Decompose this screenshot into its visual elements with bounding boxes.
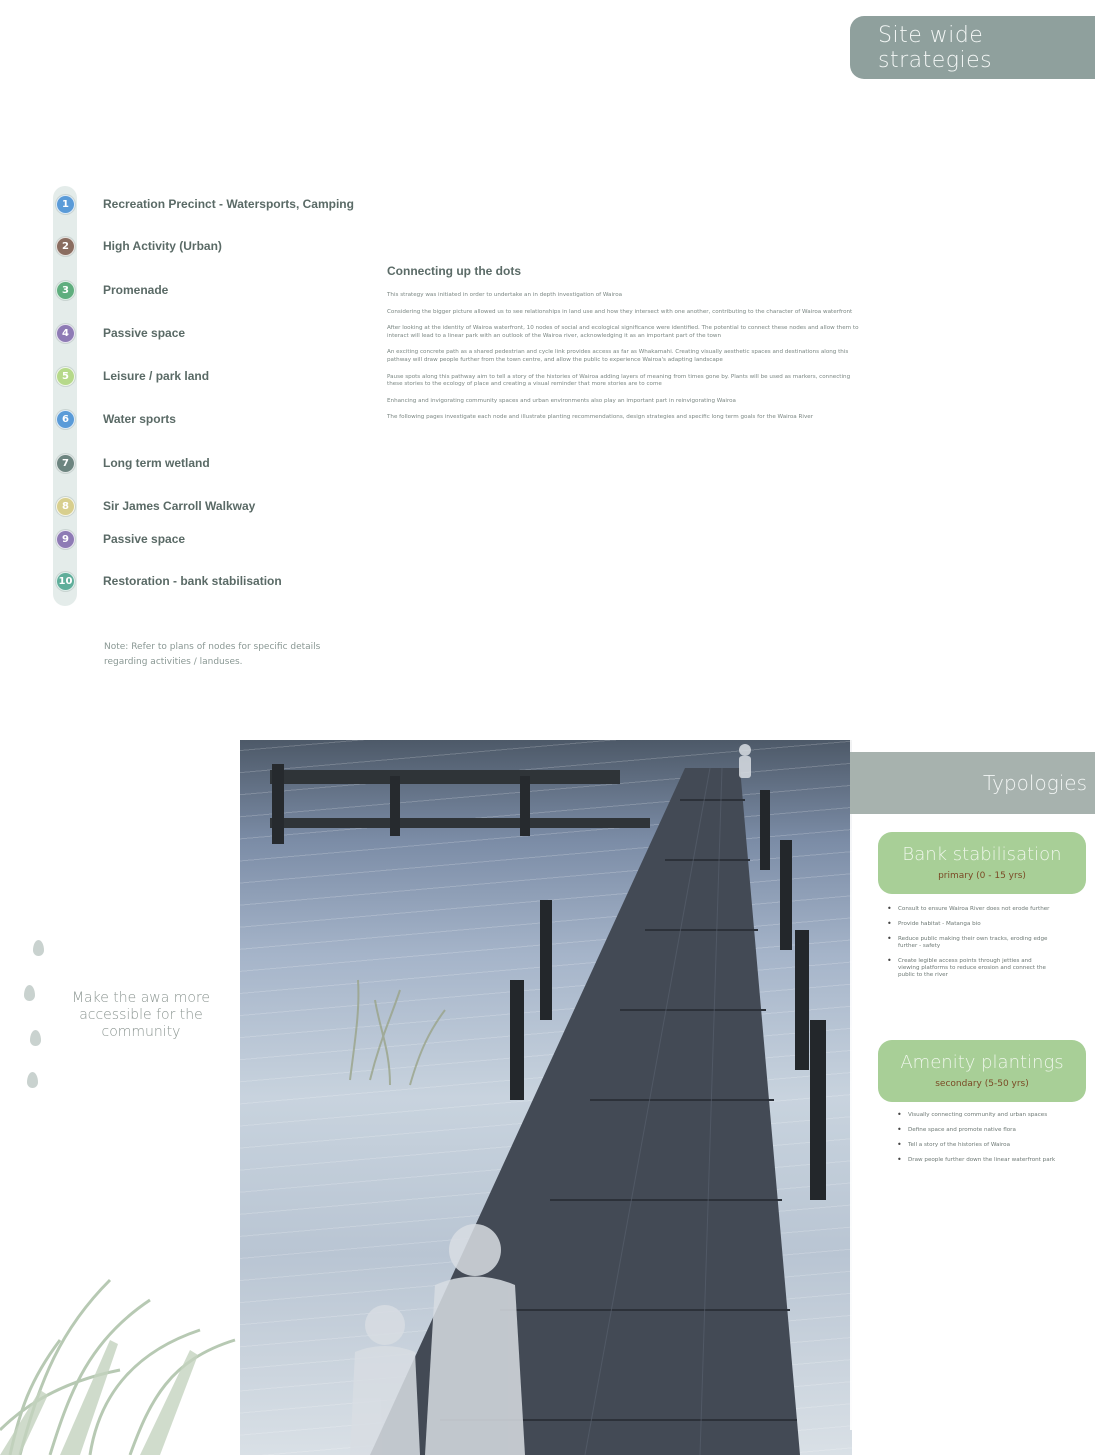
node-item: 1 Recreation Precinct - Watersports, Camp… — [56, 193, 354, 215]
node-label: Sir James Carroll Walkway — [103, 499, 256, 513]
foliage-illustration — [0, 740, 250, 1455]
node-number-badge: 1 — [56, 194, 75, 214]
node-number-badge: 7 — [56, 453, 75, 473]
list-item: Tell a story of the histories of Wairoa — [894, 1141, 1064, 1149]
list-item: Provide habitat - Matanga bio — [884, 920, 1054, 928]
node-label: Water sports — [103, 412, 176, 426]
typology-card-bank-stabilisation: Bank stabilisation primary (0 - 15 yrs) — [878, 832, 1086, 894]
typologies-header: Typologies — [850, 752, 1095, 814]
jetty-photo — [240, 740, 852, 1455]
node-item: 8 Sir James Carroll Walkway — [56, 495, 255, 517]
node-label: High Activity (Urban) — [103, 239, 222, 253]
typology-subtitle: primary (0 - 15 yrs) — [938, 871, 1026, 881]
intro-paragraph: An exciting concrete path as a shared pe… — [387, 349, 849, 363]
node-item: 5 Leisure / park land — [56, 365, 209, 387]
node-item: 2 High Activity (Urban) — [56, 235, 222, 257]
intro-paragraph: Considering the bigger picture allowed u… — [387, 308, 853, 315]
node-item: 6 Water sports — [56, 408, 176, 430]
droplet-icon — [24, 985, 35, 1001]
node-label: Long term wetland — [103, 456, 210, 470]
node-number-badge: 8 — [56, 496, 75, 516]
legend-note: Note: Refer to plans of nodes for specif… — [104, 642, 321, 667]
intro-paragraph: This strategy was initiated in order to … — [387, 292, 623, 298]
intro-paragraph: After looking at the identity of Wairoa … — [387, 325, 859, 339]
list-item: Draw people further down the linear wate… — [894, 1156, 1064, 1164]
tagline: Make the awa more accessible for the com… — [71, 990, 211, 1040]
list-item: Define space and promote native flora — [894, 1126, 1064, 1134]
node-number-badge: 4 — [56, 323, 75, 343]
node-number-badge: 10 — [56, 571, 75, 591]
node-label: Passive space — [103, 326, 186, 340]
typology-bullets: Consult to ensure Wairoa River does not … — [884, 905, 1054, 987]
node-number-badge: 2 — [56, 236, 75, 256]
intro-paragraph: The following pages investigate each nod… — [387, 414, 814, 421]
intro-section: Connecting up the dots This strategy was… — [387, 264, 862, 431]
node-item: 10 Restoration - bank stabilisation — [56, 570, 282, 592]
node-number-badge: 9 — [56, 529, 75, 549]
intro-paragraph: Pause spots along this pathway aim to te… — [387, 373, 851, 388]
droplet-icon — [33, 940, 44, 956]
intro-heading: Connecting up the dots — [387, 264, 521, 278]
node-number-badge: 6 — [56, 409, 75, 429]
node-item: 7 Long term wetland — [56, 452, 210, 474]
typology-subtitle: secondary (5-50 yrs) — [935, 1079, 1029, 1089]
node-number-badge: 3 — [56, 280, 75, 300]
list-item: Visually connecting community and urban … — [894, 1111, 1064, 1119]
list-item: Consult to ensure Wairoa River does not … — [884, 905, 1054, 913]
node-item: 3 Promenade — [56, 279, 168, 301]
node-item: 4 Passive space — [56, 322, 185, 344]
node-label: Passive space — [103, 532, 186, 546]
typology-card-amenity-plantings: Amenity plantings secondary (5-50 yrs) — [878, 1040, 1086, 1102]
node-item: 9 Passive space — [56, 528, 185, 550]
typology-bullets: Visually connecting community and urban … — [894, 1111, 1064, 1172]
list-item: Reduce public making their own tracks, e… — [884, 935, 1054, 950]
typology-title: Bank stabilisation — [902, 844, 1062, 865]
node-label: Leisure / park land — [103, 369, 210, 383]
droplet-icon — [27, 1072, 38, 1088]
list-item: Create legible access points through jet… — [884, 957, 1054, 979]
section-banner: Site wide strategies — [850, 16, 1095, 79]
node-label: Promenade — [103, 283, 169, 297]
node-number-badge: 5 — [56, 366, 75, 386]
node-label: Recreation Precinct - Watersports, Campi… — [103, 197, 354, 211]
typology-title: Amenity plantings — [900, 1052, 1064, 1073]
node-label: Restoration - bank stabilisation — [103, 574, 282, 588]
droplet-icon — [30, 1030, 41, 1046]
intro-paragraph: Enhancing and invigorating community spa… — [387, 397, 736, 404]
